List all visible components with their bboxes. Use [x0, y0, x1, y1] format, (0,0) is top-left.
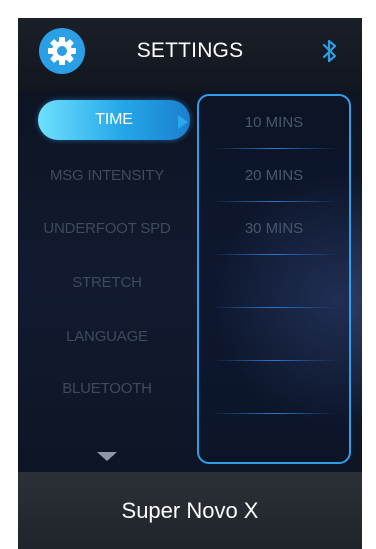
- option-30-mins[interactable]: 30 MINS: [199, 202, 349, 254]
- menu-item-msg-intensity[interactable]: MSG INTENSITY: [18, 155, 196, 195]
- menu-item-bluetooth[interactable]: BLUETOOTH: [18, 368, 196, 408]
- menu-item-label: BLUETOOTH: [62, 379, 152, 397]
- footer-bar: Super Novo X: [18, 472, 362, 549]
- device-screen: SETTINGS TIME MSG INTENSITY UNDERFOOT SP…: [18, 18, 362, 549]
- bluetooth-icon[interactable]: [318, 37, 342, 65]
- down-arrow-icon[interactable]: [97, 452, 117, 461]
- option-10-mins[interactable]: 10 MINS: [199, 96, 349, 148]
- menu-item-label: LANGUAGE: [66, 327, 148, 345]
- menu-item-label: UNDERFOOT SPD: [43, 219, 171, 237]
- option-divider: [211, 413, 337, 414]
- menu-item-stretch[interactable]: STRETCH: [18, 262, 196, 302]
- menu-item-underfoot-spd[interactable]: UNDERFOOT SPD: [18, 208, 196, 248]
- option-divider: [211, 360, 337, 361]
- menu-item-label: STRETCH: [72, 273, 142, 291]
- option-label: 10 MINS: [244, 113, 304, 131]
- option-divider: [211, 307, 337, 308]
- gear-icon[interactable]: [39, 28, 85, 74]
- selection-arrow-icon: [178, 115, 188, 129]
- menu-item-language[interactable]: LANGUAGE: [18, 316, 196, 356]
- menu-item-label: MSG INTENSITY: [49, 166, 165, 184]
- option-20-mins[interactable]: 20 MINS: [199, 149, 349, 201]
- menu-item-label: TIME: [95, 111, 133, 128]
- option-label: 20 MINS: [244, 166, 304, 184]
- option-label: 30 MINS: [244, 219, 304, 237]
- header-bar: SETTINGS: [18, 18, 362, 91]
- options-panel: 10 MINS 20 MINS 30 MINS: [197, 94, 351, 464]
- model-name: Super Novo X: [121, 497, 259, 523]
- option-divider: [211, 254, 337, 255]
- menu-item-time[interactable]: TIME: [38, 100, 190, 140]
